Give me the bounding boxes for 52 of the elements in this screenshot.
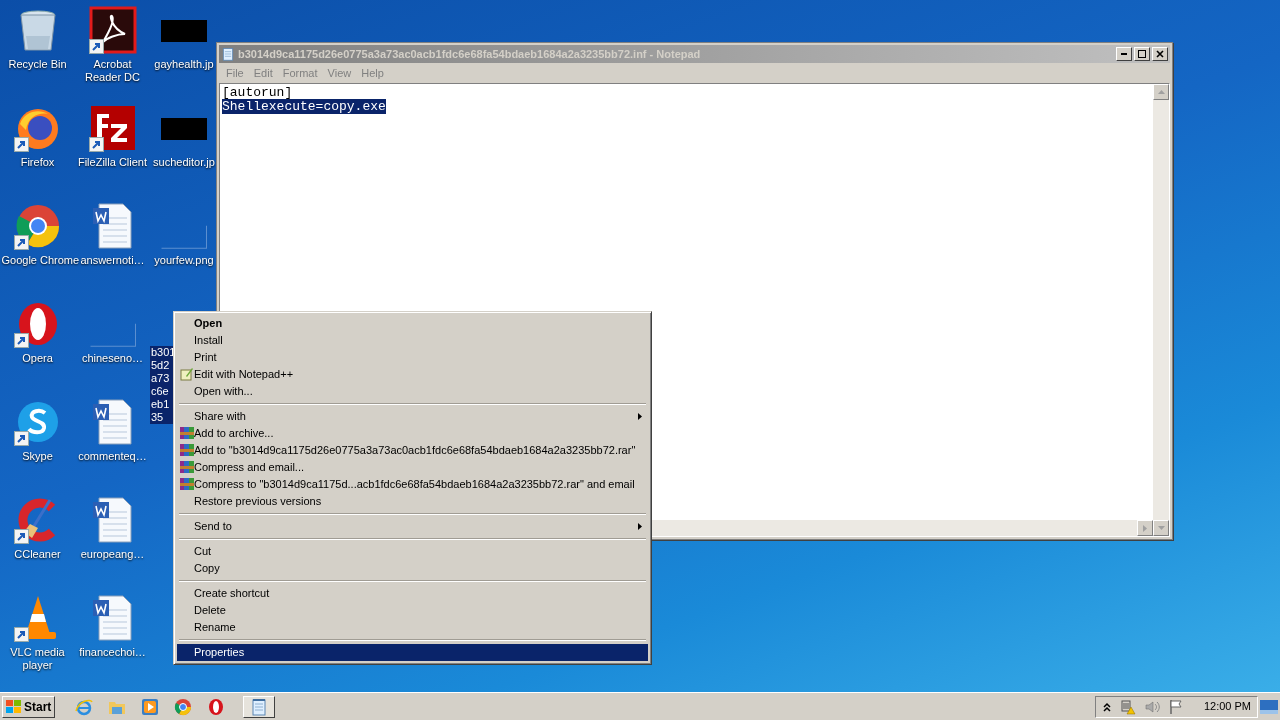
icon-label[interactable]: financechoi… xyxy=(78,646,147,659)
opera-icon[interactable] xyxy=(207,697,226,716)
archive-books-icon xyxy=(180,426,194,440)
icon-label[interactable]: answernoti… xyxy=(79,254,146,267)
archive-books-icon xyxy=(180,477,194,491)
archive-books-icon xyxy=(180,443,194,457)
internet-explorer-icon[interactable] xyxy=(75,697,94,716)
image-thumbnail-icon xyxy=(161,225,207,249)
clock[interactable]: 12:00 PM xyxy=(1203,698,1251,715)
media-player-icon[interactable] xyxy=(141,697,160,716)
action-center-flag-icon[interactable] xyxy=(1167,698,1184,715)
icon-label[interactable]: commenteq… xyxy=(77,450,148,463)
icon-label[interactable]: Acrobat Reader DC xyxy=(75,58,150,84)
icon-label[interactable]: FileZilla Client xyxy=(76,156,149,169)
notepad-icon xyxy=(221,47,235,61)
notepad-icon[interactable] xyxy=(250,697,269,716)
close-icon xyxy=(1156,50,1164,58)
menu-item[interactable]: Delete xyxy=(177,602,648,619)
close-button[interactable] xyxy=(1152,47,1168,61)
menu-item[interactable]: Rename xyxy=(177,619,648,636)
windows-logo-icon xyxy=(6,699,22,714)
icon-label[interactable]: sucheditor.jp xyxy=(152,156,216,169)
icon-label[interactable]: CCleaner xyxy=(13,548,62,561)
show-desktop-icon[interactable] xyxy=(1260,699,1278,714)
icon-label[interactable]: Firefox xyxy=(19,156,56,169)
icon-label[interactable]: VLC media player xyxy=(0,646,75,672)
icon-label[interactable]: yourfew.png xyxy=(153,254,215,267)
text-line: [autorun] xyxy=(222,85,293,100)
image-thumbnail-icon xyxy=(89,323,136,347)
notepad-plus-icon xyxy=(180,367,194,381)
icon-label[interactable]: europeang… xyxy=(79,548,146,561)
icon-label[interactable]: gayhealth.jp xyxy=(153,58,215,71)
acrobat-icon xyxy=(88,6,137,54)
start-button[interactable]: Start xyxy=(2,695,56,718)
icon-label[interactable]: Skype xyxy=(21,450,54,463)
menu-item[interactable]: Properties xyxy=(177,644,648,661)
network-warning-icon[interactable] xyxy=(1119,698,1136,715)
speaker-icon[interactable] xyxy=(1143,698,1160,715)
filezilla-icon xyxy=(88,104,137,152)
icon-label[interactable]: Recycle Bin xyxy=(7,58,68,71)
archive-books-icon xyxy=(180,460,194,474)
menu-item[interactable]: Copy xyxy=(177,560,648,577)
maximize-icon xyxy=(1138,50,1146,58)
menu-item[interactable]: Cut xyxy=(177,543,648,560)
icon-label[interactable]: Opera xyxy=(21,352,54,365)
taskbar-button[interactable] xyxy=(243,695,276,718)
chrome-icon[interactable] xyxy=(174,697,193,716)
icon-label[interactable]: chineseno… xyxy=(80,352,145,365)
minimize-button[interactable] xyxy=(1116,47,1132,61)
maximize-button[interactable] xyxy=(1134,47,1150,61)
menu-item[interactable]: Create shortcut xyxy=(177,585,648,602)
minimize-icon xyxy=(1121,53,1127,55)
